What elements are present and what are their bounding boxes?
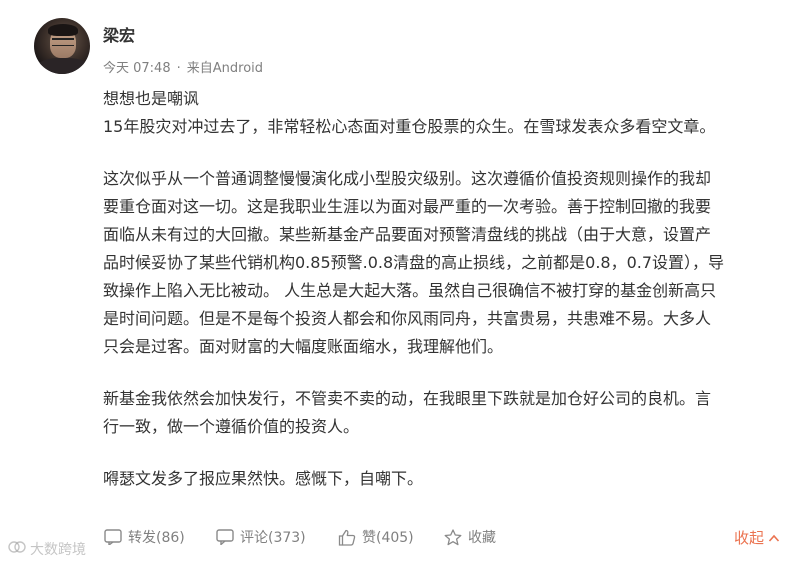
- watermark-text: 大数跨境: [30, 542, 86, 558]
- watermark-logo-icon: [8, 540, 26, 558]
- watermark: 大数跨境: [8, 539, 86, 559]
- content-line: 只会是过客。面对财富的大幅度账面缩水，我理解他们。: [103, 337, 504, 356]
- post-time[interactable]: 今天 07:48: [103, 61, 171, 76]
- comment-label: 评论(373): [240, 530, 306, 546]
- favorite-button[interactable]: 收藏: [444, 527, 496, 547]
- favorite-label: 收藏: [468, 530, 496, 546]
- avatar-body: [38, 58, 88, 74]
- avatar-hair: [48, 24, 78, 36]
- post-source: 来自Android: [186, 61, 264, 76]
- collapse-label: 收起: [733, 529, 764, 547]
- content-line: 新基金我依然会加快发行，不管卖不卖的动，在我眼里下跌就是加仓好公司的良机。言: [103, 389, 712, 408]
- author-avatar[interactable]: [34, 18, 90, 74]
- content-line: 行一致，做一个遵循价值的投资人。: [103, 417, 360, 436]
- comment-icon: [216, 529, 234, 545]
- repost-button[interactable]: 转发(86): [104, 527, 185, 547]
- author-name[interactable]: 梁宏: [103, 22, 135, 46]
- post-content: 想想也是嘲讽 15年股灾对冲过去了，非常轻松心态面对重仓股票的众生。在雪球发表众…: [103, 85, 783, 493]
- repost-label: 转发(86): [128, 530, 185, 546]
- thumbs-up-icon: [338, 529, 356, 546]
- collapse-button[interactable]: 收起: [734, 527, 780, 548]
- post-meta: 今天 07:48 · 来自Android: [103, 57, 263, 76]
- avatar-glasses: [52, 38, 74, 46]
- chevron-up-icon: [768, 529, 780, 547]
- meta-separator: ·: [176, 61, 181, 76]
- like-button[interactable]: 赞(405): [338, 527, 414, 547]
- content-line: 想想也是嘲讽: [103, 89, 200, 108]
- comment-button[interactable]: 评论(373): [216, 527, 306, 547]
- content-line: 嘚瑟文发多了报应果然快。感慨下，自嘲下。: [103, 469, 424, 488]
- content-line: 面临从未有过的大回撤。某些新基金产品要面对预警清盘线的挑战（由于大意，设置产: [103, 225, 712, 244]
- content-line: 致操作上陷入无比被动。 人生总是大起大落。虽然自己很确信不被打穿的基金创新高只: [103, 281, 717, 300]
- action-bar: 转发(86) 评论(373) 赞(405) 收藏 收起: [104, 527, 780, 551]
- content-line: 品时候妥协了某些代销机构0.85预警.0.8清盘的高止损线，之前都是0.8，0.…: [103, 253, 725, 272]
- star-icon: [444, 528, 462, 546]
- content-line: 要重仓面对这一切。这是我职业生涯以为面对最严重的一次考验。善于控制回撤的我要: [103, 197, 712, 216]
- content-line: 这次似乎从一个普通调整慢慢演化成小型股灾级别。这次遵循价值投资规则操作的我却: [103, 169, 712, 188]
- like-label: 赞(405): [362, 530, 414, 546]
- repost-icon: [104, 529, 122, 545]
- content-line: 是时间问题。但是不是每个投资人都会和你风雨同舟，共富贵易，共患难不易。大多人: [103, 309, 712, 328]
- content-line: 15年股灾对冲过去了，非常轻松心态面对重仓股票的众生。在雪球发表众多看空文章。: [103, 117, 716, 136]
